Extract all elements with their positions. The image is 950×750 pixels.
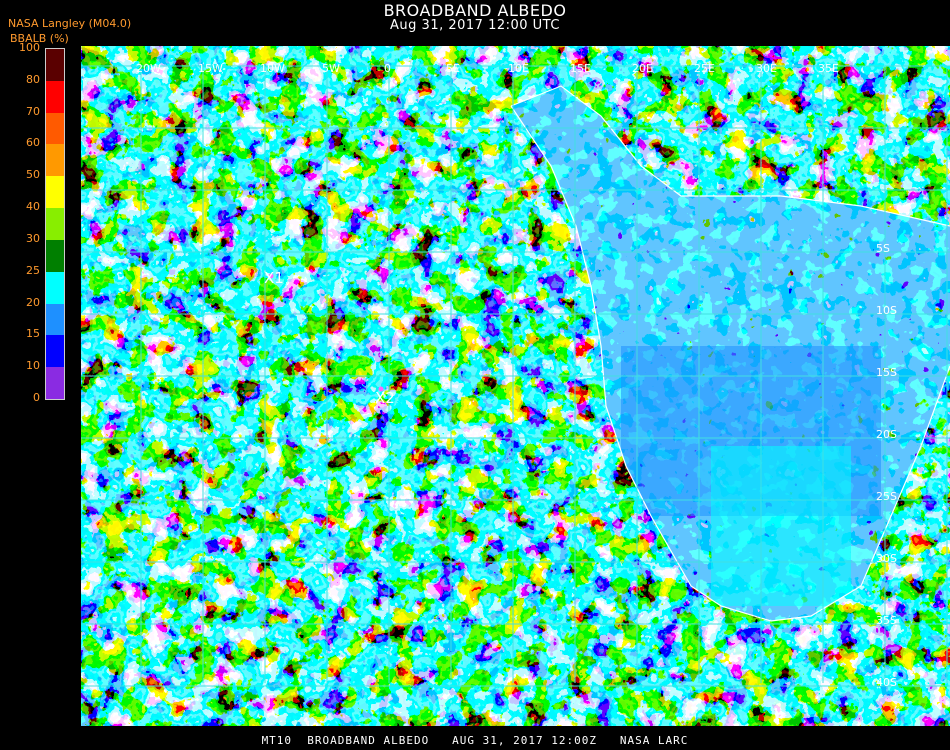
marker-x2: X2 — [375, 389, 395, 407]
latitude-label: 30S — [876, 552, 897, 565]
longitude-label: 15E — [570, 62, 591, 75]
colorbar-segment — [46, 271, 64, 304]
colorbar-segment — [46, 49, 64, 81]
albedo-map-svg: 20W 15W 10W 5W 0 5E 10E 15E 20E 25E 30E 35E 5S 10S 15… — [81, 46, 950, 726]
longitude-label: 0 — [384, 62, 391, 75]
longitude-label: 35E — [818, 62, 839, 75]
longitude-label: 30E — [756, 62, 777, 75]
longitude-label: 20E — [632, 62, 653, 75]
colorbar-tick-label: 0 — [33, 391, 40, 404]
longitude-label: 5W — [322, 62, 340, 75]
colorbar-tick-label: 80 — [26, 72, 40, 86]
colorbar-tick-label: 50 — [26, 168, 40, 182]
colorbar-segment — [46, 144, 64, 177]
longitude-label: 25E — [694, 62, 715, 75]
colorbar-tick-label: 100 — [19, 41, 40, 54]
colorbar-segment — [46, 112, 64, 145]
latitude-label: 15S — [876, 366, 897, 379]
colorbar-segment — [46, 367, 64, 400]
colorbar-tick-label: 10 — [26, 359, 40, 373]
longitude-label: 20W — [136, 62, 161, 75]
latitude-label: 5S — [876, 242, 890, 255]
longitude-label: 10W — [260, 62, 285, 75]
colorbar-tick-label: 30 — [26, 231, 40, 245]
albedo-map: 20W 15W 10W 5W 0 5E 10E 15E 20E 25E 30E 35E 5S 10S 15… — [81, 46, 950, 726]
colorbar-tick-label: 25 — [26, 263, 40, 277]
footer-caption: MT10 BROADBAND ALBEDO AUG 31, 2017 12:00… — [261, 734, 689, 747]
colorbar-segment — [46, 176, 64, 209]
latitude-label: 35S — [876, 614, 897, 627]
colorbar-tick-label: 20 — [26, 295, 40, 309]
marker-x1: X1 — [264, 269, 284, 287]
colorbar-segment — [46, 239, 64, 272]
colorbar-tick-label: 70 — [26, 104, 40, 118]
colorbar-segment — [46, 303, 64, 336]
longitude-label: 15W — [198, 62, 223, 75]
latitude-label: 25S — [876, 490, 897, 503]
longitude-label: 5E — [446, 62, 460, 75]
data-source-label: NASA Langley (M04.0) — [8, 17, 132, 30]
colorbar-tick-label: 60 — [26, 136, 40, 150]
latitude-label: 10S — [876, 304, 897, 317]
colorbar-segment — [46, 208, 64, 241]
image-timestamp: Aug 31, 2017 12:00 UTC — [390, 18, 560, 33]
latitude-label: 40S — [876, 676, 897, 689]
colorbar-tick-label: 40 — [26, 200, 40, 214]
albedo-colorbar — [45, 48, 65, 400]
latitude-label: 20S — [876, 428, 897, 441]
colorbar-segment — [46, 335, 64, 368]
colorbar-tick-label: 15 — [26, 327, 40, 341]
longitude-label: 10E — [508, 62, 529, 75]
colorbar-segment — [46, 80, 64, 113]
